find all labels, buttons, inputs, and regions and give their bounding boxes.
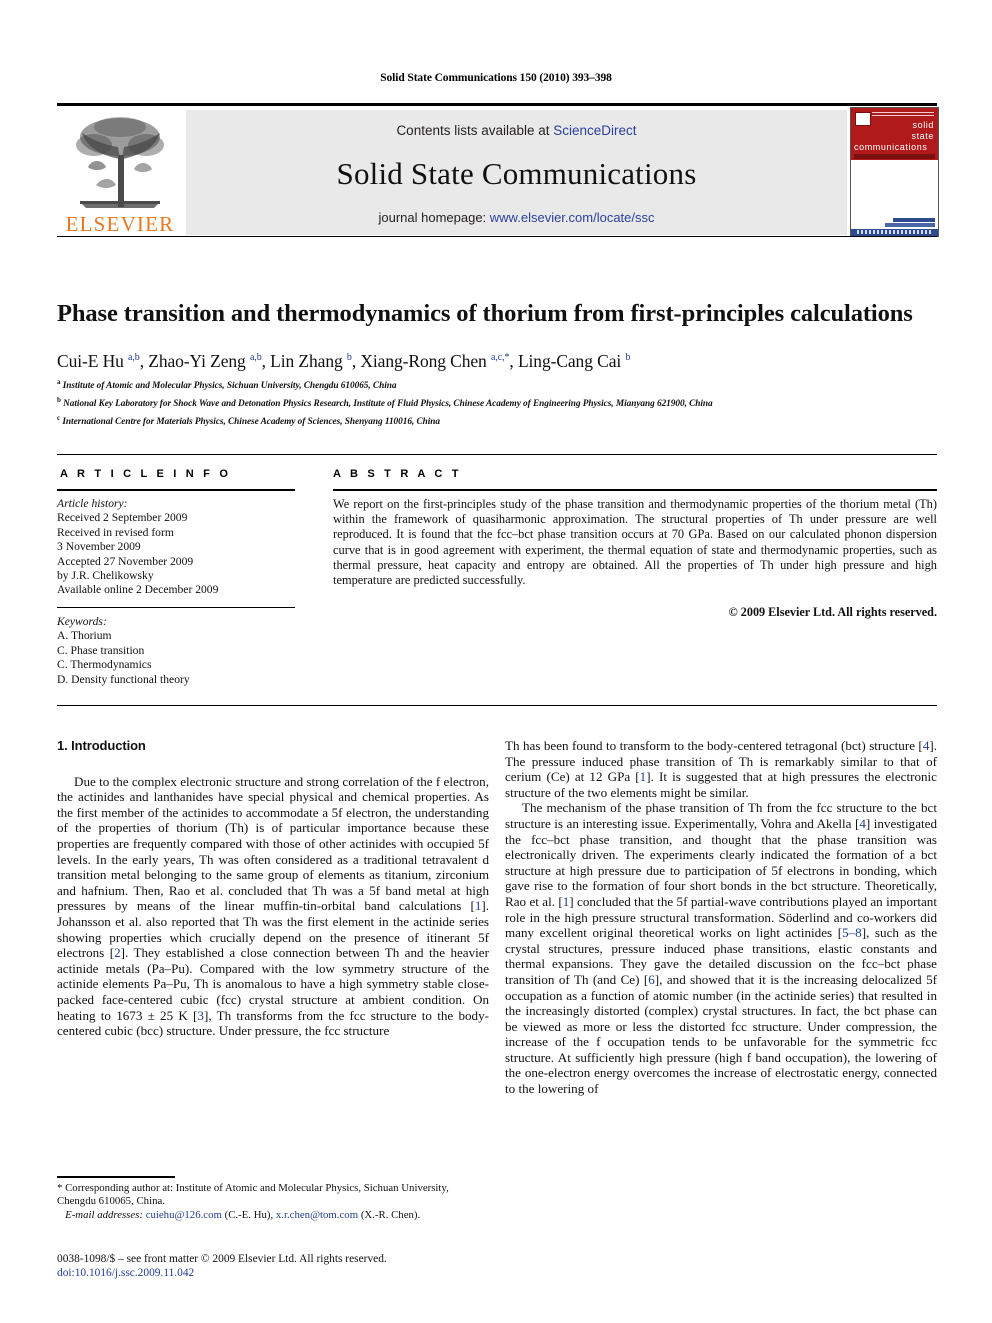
cover-footer-line-2 bbox=[885, 223, 935, 227]
article-info-rule bbox=[57, 489, 295, 491]
keywords-label: Keywords: bbox=[57, 615, 107, 628]
cover-title-line-3: communications bbox=[854, 142, 928, 152]
cover-footer-text-block bbox=[857, 230, 931, 234]
doi-link[interactable]: doi:10.1016/j.ssc.2009.11.042 bbox=[57, 1266, 497, 1280]
corresponding-author-note: * Corresponding author at: Institute of … bbox=[57, 1182, 449, 1208]
cover-header-text-block bbox=[872, 112, 934, 118]
elsevier-logo: ELSEVIER bbox=[57, 110, 183, 235]
sciencedirect-link[interactable]: ScienceDirect bbox=[553, 123, 636, 138]
section-heading-introduction: 1. Introduction bbox=[57, 738, 146, 753]
keyword-item: A. Thorium bbox=[57, 629, 112, 643]
page-title: Phase transition and thermodynamics of t… bbox=[57, 300, 913, 328]
body-paragraph: Th has been found to transform to the bo… bbox=[505, 738, 937, 800]
affiliation-c: c International Centre for Materials Phy… bbox=[57, 414, 937, 427]
cover-blue-footer-bar bbox=[851, 229, 938, 236]
issn-front-matter: 0038-1098/$ – see front matter © 2009 El… bbox=[57, 1253, 387, 1265]
abstract-rule bbox=[333, 489, 937, 491]
masthead-band: Contents lists available at ScienceDirec… bbox=[186, 110, 847, 235]
info-band-top-rule bbox=[57, 454, 937, 455]
email-attrib-2: (X.-R. Chen). bbox=[360, 1208, 421, 1221]
running-head: Solid State Communications 150 (2010) 39… bbox=[380, 72, 612, 84]
email-attrib-1: (C.-E. Hu), bbox=[224, 1208, 274, 1221]
article-history-line: Received 2 September 2009 bbox=[57, 511, 188, 525]
email-link-1[interactable]: cuiehu@126.com bbox=[146, 1209, 222, 1221]
elsevier-tree-icon bbox=[76, 117, 164, 208]
affiliation-a: a Institute of Atomic and Molecular Phys… bbox=[57, 378, 937, 391]
journal-masthead: ELSEVIER Contents lists available at Sci… bbox=[57, 103, 939, 237]
article-history-label: Article history: bbox=[57, 497, 128, 510]
cover-title-line-2: state bbox=[911, 131, 934, 141]
email-label: E-mail addresses: bbox=[65, 1208, 143, 1221]
body-paragraph: The mechanism of the phase transition of… bbox=[505, 800, 938, 1097]
journal-homepage-link[interactable]: www.elsevier.com/locate/ssc bbox=[490, 210, 655, 225]
cover-white-area bbox=[851, 160, 938, 217]
keyword-item: C. Thermodynamics bbox=[57, 658, 152, 672]
abstract-heading: A B S T R A C T bbox=[333, 468, 462, 480]
footnote-rule bbox=[57, 1176, 175, 1178]
keyword-item: D. Density functional theory bbox=[57, 672, 190, 686]
article-history-line: Accepted 27 November 2009 bbox=[57, 554, 194, 568]
cover-title-line-1: solid bbox=[912, 120, 934, 130]
body-paragraph: Due to the complex electronic structure … bbox=[57, 773, 489, 1039]
cover-publisher-mark-icon bbox=[855, 112, 871, 126]
abstract-text: We report on the first-principles study … bbox=[333, 497, 937, 588]
article-history-line: 3 November 2009 bbox=[57, 540, 141, 554]
keywords-rule bbox=[57, 607, 295, 608]
article-history-line: Received in revised form bbox=[57, 525, 174, 539]
cover-subtitle-bar bbox=[854, 154, 935, 159]
article-history-line: Available online 2 December 2009 bbox=[57, 583, 219, 597]
email-line: E-mail addresses: cuiehu@126.com (C.-E. … bbox=[57, 1209, 489, 1222]
contents-prefix: Contents lists available at bbox=[396, 123, 554, 138]
keywords-block: Keywords: A. Thorium C. Phase transition… bbox=[57, 615, 307, 687]
body-column-right: Th has been found to transform to the bo… bbox=[505, 738, 937, 1097]
footnote-block: * Corresponding author at: Institute of … bbox=[57, 1182, 489, 1222]
affiliation-text-b: National Key Laboratory for Shock Wave a… bbox=[63, 399, 713, 410]
journal-title: Solid State Communications bbox=[336, 156, 697, 191]
masthead-bottom-rule bbox=[57, 236, 937, 237]
author-list: Cui-E Hu a,b, Zhao-Yi Zeng a,b, Lin Zhan… bbox=[57, 351, 631, 371]
journal-homepage-line: journal homepage: www.elsevier.com/locat… bbox=[186, 210, 847, 225]
body-column-left: 1. Introduction Due to the complex elect… bbox=[57, 738, 489, 1039]
article-history-line: by J.R. Chelikowsky bbox=[57, 569, 154, 583]
imprint-block: 0038-1098/$ – see front matter © 2009 El… bbox=[57, 1252, 497, 1281]
email-link-2[interactable]: x.r.chen@tom.com bbox=[276, 1209, 358, 1221]
keyword-item: C. Phase transition bbox=[57, 643, 145, 657]
affiliation-b: b National Key Laboratory for Shock Wave… bbox=[57, 396, 937, 409]
affiliation-marker-b: b bbox=[57, 396, 61, 404]
affiliation-marker-c: c bbox=[57, 414, 61, 422]
article-history: Article history: Received 2 September 20… bbox=[57, 497, 307, 598]
affiliation-marker-a: a bbox=[57, 378, 61, 386]
affiliation-text-c: International Centre for Materials Physi… bbox=[62, 417, 441, 428]
journal-cover-thumbnail: solid state communications bbox=[850, 107, 939, 237]
affiliation-text-a: Institute of Atomic and Molecular Physic… bbox=[62, 381, 397, 392]
masthead-top-rule bbox=[57, 103, 937, 106]
elsevier-wordmark: ELSEVIER bbox=[65, 212, 175, 236]
contents-available-line: Contents lists available at ScienceDirec… bbox=[186, 123, 847, 138]
article-page: Solid State Communications 150 (2010) 39… bbox=[0, 0, 992, 1323]
article-info-heading: A R T I C L E I N F O bbox=[60, 468, 232, 480]
homepage-prefix: journal homepage: bbox=[378, 210, 490, 225]
copyright-line: © 2009 Elsevier Ltd. All rights reserved… bbox=[728, 605, 937, 619]
cover-footer-line-1 bbox=[893, 218, 935, 222]
info-band-bottom-rule bbox=[57, 705, 937, 706]
